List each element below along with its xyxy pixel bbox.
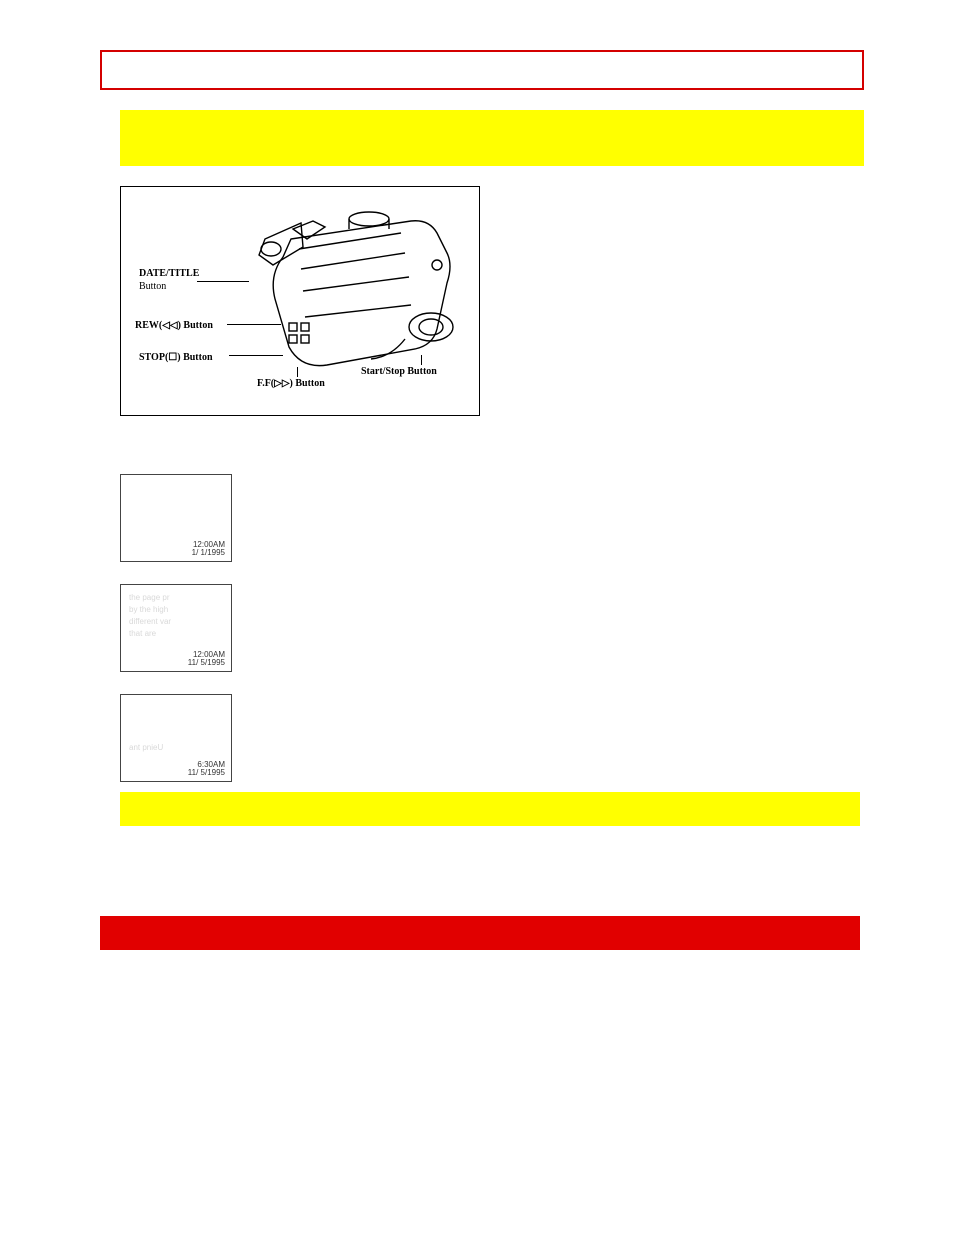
- thumb-timestamp: 6:30AM 11/ 5/1995: [188, 761, 225, 777]
- red-solid-bar: [100, 916, 860, 950]
- step-block: ant pnieU 6:30AM 11/ 5/1995: [120, 694, 884, 782]
- viewfinder-thumb-3: ant pnieU 6:30AM 11/ 5/1995: [120, 694, 232, 782]
- label-date-title-text: DATE/TITLE: [139, 268, 199, 279]
- label-button-text: Button: [139, 281, 166, 292]
- step-block: the page pr by the high different var th…: [120, 584, 884, 672]
- viewfinder-thumb-2: the page pr by the high different var th…: [120, 584, 232, 672]
- yellow-highlight-strip-2: [120, 792, 860, 826]
- label-stop: STOP(☐) Button: [139, 351, 213, 364]
- leader-line: [229, 355, 283, 356]
- body-content: DATE/TITLE Button REW(◁◁) Button STOP(☐)…: [60, 186, 884, 782]
- leader-line: [297, 367, 298, 377]
- top-red-outline-bar: [100, 50, 864, 90]
- leader-line: [227, 324, 281, 325]
- step-block: 12:00AM 1/ 1/1995: [120, 474, 884, 562]
- step-text-placeholder: [240, 474, 884, 562]
- label-date-title: DATE/TITLE Button: [139, 267, 199, 293]
- thumb-timestamp: 12:00AM 1/ 1/1995: [192, 541, 225, 557]
- thumb-timestamp: 12:00AM 11/ 5/1995: [188, 651, 225, 667]
- label-ff: F.F(▷▷) Button: [257, 377, 325, 390]
- label-rew: REW(◁◁) Button: [135, 319, 213, 332]
- yellow-highlight-box-1: [120, 110, 864, 166]
- camcorder-diagram: DATE/TITLE Button REW(◁◁) Button STOP(☐)…: [120, 186, 480, 416]
- viewfinder-thumb-1: 12:00AM 1/ 1/1995: [120, 474, 232, 562]
- camcorder-illustration: [241, 199, 471, 379]
- step-text-placeholder: [240, 584, 884, 672]
- label-start-stop: Start/Stop Button: [361, 365, 437, 378]
- leader-line: [421, 355, 422, 365]
- leader-line: [197, 281, 249, 282]
